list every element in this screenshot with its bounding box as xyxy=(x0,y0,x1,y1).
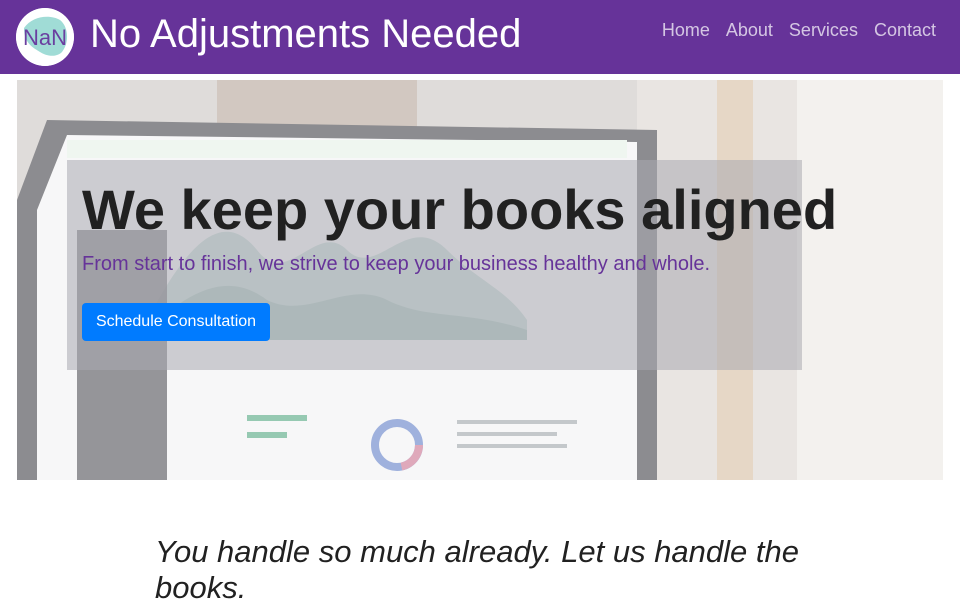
nav-link-contact[interactable]: Contact xyxy=(866,19,944,41)
schedule-consultation-button[interactable]: Schedule Consultation xyxy=(82,303,270,341)
nav-link-home[interactable]: Home xyxy=(654,19,718,41)
nav-link-about[interactable]: About xyxy=(718,19,781,41)
hero-title: We keep your books aligned xyxy=(82,178,838,241)
logo-text: NaN xyxy=(23,25,67,50)
logo[interactable]: NaN xyxy=(16,8,74,66)
navbar: NaN No Adjustments Needed Home About Ser… xyxy=(0,0,960,74)
logo-icon: NaN xyxy=(16,8,74,66)
tagline: You handle so much already. Let us handl… xyxy=(155,534,799,600)
brand-name[interactable]: No Adjustments Needed xyxy=(90,12,521,56)
hero-subtitle: From start to finish, we strive to keep … xyxy=(82,253,711,275)
main-nav: Home About Services Contact xyxy=(654,19,944,41)
hero-panel: We keep your books aligned From start to… xyxy=(67,160,837,370)
nav-link-services[interactable]: Services xyxy=(781,19,866,41)
hero-banner: We keep your books aligned From start to… xyxy=(17,80,943,480)
